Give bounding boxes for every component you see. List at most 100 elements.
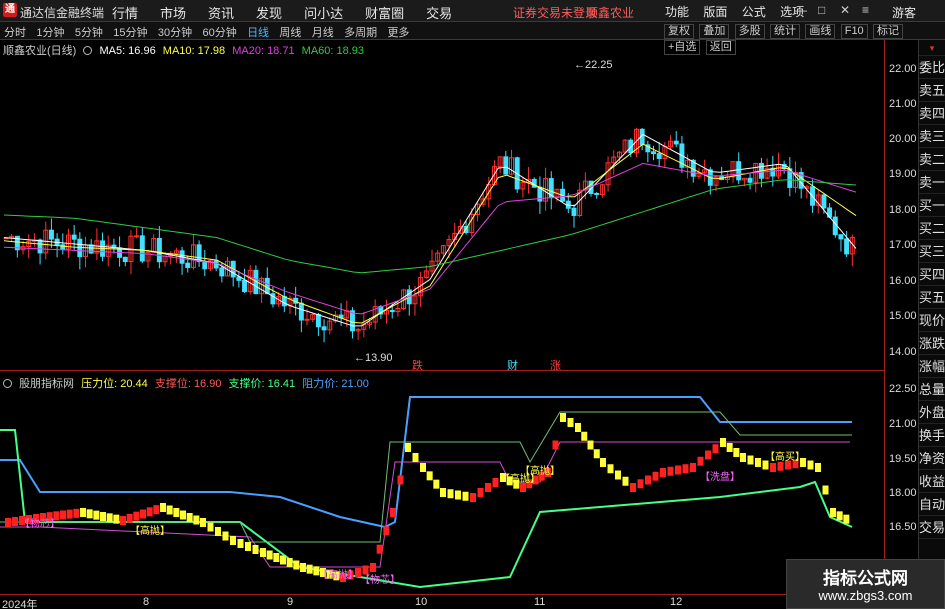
menu-item-discover[interactable]: 发现 bbox=[256, 3, 282, 22]
signal-bar bbox=[830, 508, 836, 517]
side-item-sell3[interactable]: 卖三 bbox=[919, 125, 945, 148]
indicator-settings-icon[interactable] bbox=[3, 379, 12, 388]
period-tab-intraday[interactable]: 分时 bbox=[4, 24, 26, 40]
signal-bar bbox=[222, 531, 229, 541]
period-tab-30min[interactable]: 30分钟 bbox=[158, 24, 192, 40]
menu-item-layout[interactable]: 版面 bbox=[703, 3, 727, 20]
period-tab-1min[interactable]: 1分钟 bbox=[36, 24, 64, 40]
maximize-icon[interactable]: □ bbox=[818, 3, 825, 17]
tool-overlay[interactable]: 叠加 bbox=[699, 24, 730, 39]
side-item-change[interactable]: 涨跌 bbox=[919, 332, 945, 355]
side-item-buy4[interactable]: 买四 bbox=[919, 263, 945, 286]
indicator-tick: 21.00 bbox=[889, 418, 917, 430]
menu-item-quotes[interactable]: 行情 bbox=[112, 3, 138, 22]
candle-body bbox=[213, 260, 219, 269]
menu-item-formula[interactable]: 公式 bbox=[742, 3, 766, 20]
side-item-sell5[interactable]: 卖五 bbox=[919, 79, 945, 102]
period-tab-5min[interactable]: 5分钟 bbox=[75, 24, 103, 40]
side-panel-toggle[interactable]: ▾ bbox=[919, 40, 945, 56]
menu-item-ask[interactable]: 问小达 bbox=[304, 3, 343, 22]
candle-body bbox=[196, 244, 202, 263]
candle-body bbox=[122, 256, 128, 263]
price-tick: 16.00 bbox=[889, 275, 917, 287]
signal-tag: 【高买】 bbox=[765, 450, 805, 463]
menu-item-function[interactable]: 功能 bbox=[665, 3, 689, 20]
candle-body bbox=[844, 238, 850, 255]
period-tab-multi[interactable]: 多周期 bbox=[344, 24, 377, 40]
ma20-legend: MA20: 18.71 bbox=[232, 45, 295, 57]
tool-multi-stock[interactable]: 多股 bbox=[734, 24, 765, 39]
side-item-outer[interactable]: 外盘 bbox=[919, 401, 945, 424]
period-tab-daily[interactable]: 日线 bbox=[247, 24, 269, 40]
side-item-weibi[interactable]: 委比 bbox=[919, 56, 945, 79]
signal-bar bbox=[552, 440, 559, 450]
candle-body bbox=[71, 234, 77, 240]
side-item-sell4[interactable]: 卖四 bbox=[919, 102, 945, 125]
signal-bar bbox=[607, 464, 614, 474]
menu-item-market[interactable]: 市场 bbox=[160, 3, 186, 22]
side-item-turnover[interactable]: 换手 bbox=[919, 424, 945, 447]
side-item-buy1[interactable]: 买一 bbox=[919, 194, 945, 217]
signal-bar bbox=[667, 466, 674, 476]
side-item-price[interactable]: 现价 bbox=[919, 309, 945, 332]
guest-user[interactable]: 游客 bbox=[892, 4, 916, 21]
signal-bar bbox=[106, 513, 113, 523]
side-item-change-pct[interactable]: 涨幅 bbox=[919, 355, 945, 378]
tool-statistics[interactable]: 统计 bbox=[770, 24, 801, 39]
minimize-icon[interactable]: — bbox=[795, 3, 807, 17]
period-tab-weekly[interactable]: 周线 bbox=[279, 24, 301, 40]
period-tab-60min[interactable]: 60分钟 bbox=[202, 24, 236, 40]
signal-bar bbox=[836, 511, 843, 521]
signal-bar bbox=[260, 548, 266, 557]
candle-body bbox=[315, 314, 321, 328]
watermark-url: www.zbgs3.com bbox=[818, 588, 913, 603]
side-item-earnings[interactable]: 收益 bbox=[919, 470, 945, 493]
main-kline-chart[interactable]: ←22.25 ←13.90 跌 财 涨 顺鑫农业(日线) MA5: 16.96 MA10… bbox=[0, 40, 884, 372]
period-tab-more[interactable]: 更多 bbox=[387, 24, 409, 40]
menu-item-news[interactable]: 资讯 bbox=[208, 3, 234, 22]
signal-bar bbox=[697, 456, 704, 466]
indicator-chart[interactable]: 【物芯】 【高抛】 【高抛】 【高抛】 【高抛】 【洗盘】 【物芯】 【高买】 股朋指标网 压… bbox=[0, 372, 884, 594]
tool-restore-rights[interactable]: 复权 bbox=[664, 24, 694, 39]
support-price-legend: 支撑价: 16.41 bbox=[228, 378, 296, 390]
side-item-auto[interactable]: 自动 bbox=[919, 493, 945, 516]
side-item-volume[interactable]: 总量 bbox=[919, 378, 945, 401]
menu-item-trade[interactable]: 交易 bbox=[426, 3, 452, 22]
side-item-net-asset[interactable]: 净资 bbox=[919, 447, 945, 470]
tool-f10[interactable]: F10 bbox=[840, 24, 868, 39]
period-tab-monthly[interactable]: 月线 bbox=[312, 24, 334, 40]
login-status[interactable]: 证券交易未登录 bbox=[513, 4, 597, 21]
side-item-buy3[interactable]: 买三 bbox=[919, 240, 945, 263]
main-menu: 行情 市场 资讯 发现 问小达 财富圈 交易 bbox=[112, 3, 474, 22]
signal-bar bbox=[755, 458, 761, 467]
signal-bar bbox=[300, 563, 306, 572]
signal-bar bbox=[93, 510, 100, 520]
signal-tag: 【物芯】 bbox=[20, 517, 60, 530]
candle-body bbox=[202, 261, 208, 270]
side-item-buy2[interactable]: 买二 bbox=[919, 217, 945, 240]
stock-title: 顺鑫农业(日线) bbox=[3, 45, 77, 57]
signal-tag: 【洗盘】 bbox=[700, 470, 740, 483]
side-item-trade[interactable]: 交易 bbox=[919, 516, 945, 539]
pressure-legend: 压力位: 20.44 bbox=[81, 378, 148, 390]
signal-bar bbox=[690, 463, 696, 472]
candle-body bbox=[37, 239, 43, 254]
candle-body bbox=[349, 310, 355, 332]
menu-icon[interactable]: ≡ bbox=[862, 3, 869, 17]
tool-draw-line[interactable]: 画线 bbox=[805, 24, 836, 39]
side-item-sell1[interactable]: 卖一 bbox=[919, 171, 945, 194]
signal-bar bbox=[193, 515, 200, 525]
menu-item-wealth[interactable]: 财富圈 bbox=[365, 3, 404, 22]
signal-bar bbox=[286, 558, 293, 567]
side-item-sell2[interactable]: 卖二 bbox=[919, 148, 945, 171]
signal-bar bbox=[60, 510, 66, 520]
candle-body bbox=[321, 326, 327, 331]
date-tick: 2024年 bbox=[2, 599, 38, 609]
settings-circle-icon[interactable] bbox=[83, 46, 93, 55]
close-icon[interactable]: ✕ bbox=[840, 3, 850, 17]
signal-bar bbox=[447, 489, 454, 499]
candle-body bbox=[747, 177, 753, 183]
side-item-buy5[interactable]: 买五 bbox=[919, 286, 945, 309]
tool-mark[interactable]: 标记 bbox=[873, 24, 904, 39]
period-tab-15min[interactable]: 15分钟 bbox=[113, 24, 147, 40]
